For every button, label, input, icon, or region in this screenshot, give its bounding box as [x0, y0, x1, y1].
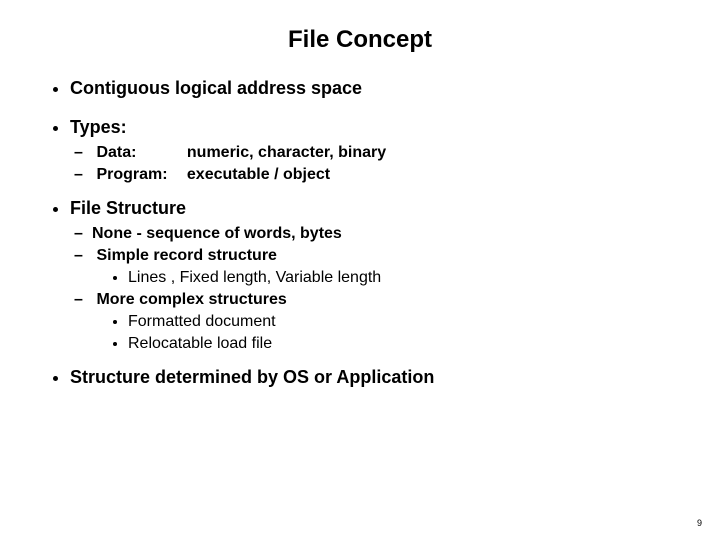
fs-complex: More complex structures Formatted docume…: [92, 291, 680, 353]
types-data-val: numeric, character, binary: [187, 144, 386, 161]
fs-none: None - sequence of words, bytes: [92, 225, 680, 243]
bullet-file-structure: File Structure None - sequence of words,…: [70, 198, 680, 353]
bullet-structure-determined: Structure determined by OS or Applicatio…: [70, 367, 680, 388]
fs-complex-formatted: Formatted document: [128, 313, 680, 331]
bullet-file-structure-label: File Structure: [70, 198, 186, 218]
types-data-key: Data:: [96, 144, 182, 162]
bullet-contiguous: Contiguous logical address space: [70, 78, 680, 99]
types-data: Data: numeric, character, binary: [92, 144, 680, 162]
fs-complex-sublist: Formatted document Relocatable load file: [92, 313, 680, 353]
bullet-types-label: Types:: [70, 117, 127, 137]
fs-simple: Simple record structure Lines , Fixed le…: [92, 247, 680, 287]
fs-complex-label: More complex structures: [96, 291, 286, 308]
bullet-types: Types: Data: numeric, character, binary …: [70, 117, 680, 184]
fs-simple-sublist: Lines , Fixed length, Variable length: [92, 269, 680, 287]
slide: File Concept Contiguous logical address …: [0, 0, 720, 540]
fs-complex-relocatable: Relocatable load file: [128, 335, 680, 353]
types-program-val: executable / object: [187, 166, 330, 183]
page-number: 9: [697, 518, 702, 528]
types-list: Data: numeric, character, binary Program…: [70, 144, 680, 184]
fs-simple-lines: Lines , Fixed length, Variable length: [128, 269, 680, 287]
file-structure-list: None - sequence of words, bytes Simple r…: [70, 225, 680, 353]
fs-simple-label: Simple record structure: [96, 247, 277, 264]
slide-title: File Concept: [40, 26, 680, 54]
types-program-key: Program:: [96, 166, 182, 184]
types-program: Program: executable / object: [92, 166, 680, 184]
bullet-list: Contiguous logical address space Types: …: [40, 78, 680, 388]
